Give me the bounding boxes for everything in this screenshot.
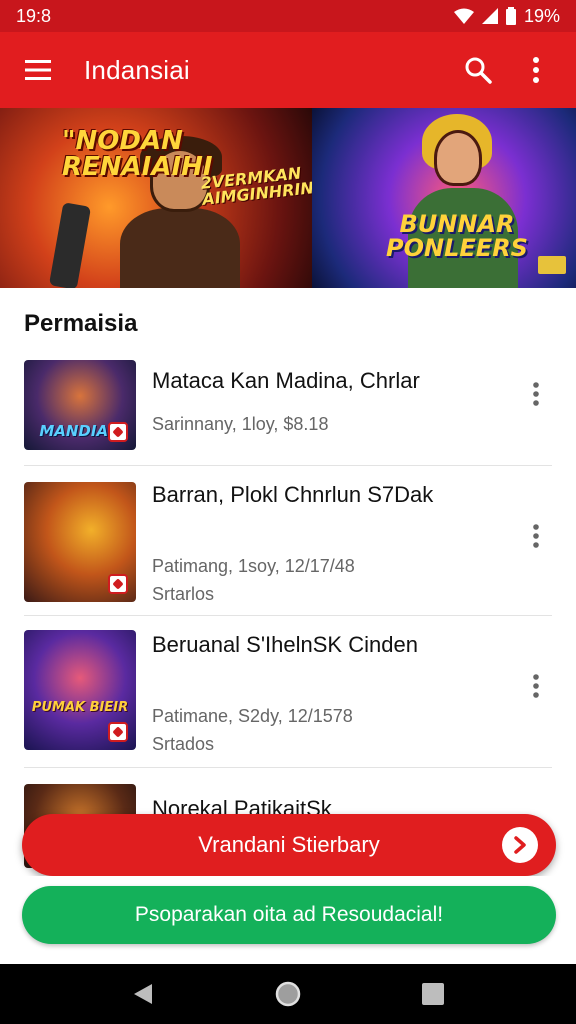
primary-action-label: Vrandani Stierbary <box>198 832 380 857</box>
system-nav-bar <box>0 964 576 1024</box>
banner-hero-head <box>434 130 482 186</box>
signal-icon <box>481 8 498 24</box>
secondary-action-button[interactable]: Psoparakan oita ad Resoudacial! <box>22 886 556 944</box>
home-circle-icon <box>275 981 301 1007</box>
recents-square-icon <box>422 983 445 1005</box>
section-title: Permaisia <box>24 310 138 337</box>
list-item-title: Beruanal S'IhelnSK Cinden <box>152 632 418 657</box>
subscribe-badge-icon <box>108 722 128 742</box>
battery-percent: 19% <box>523 5 560 26</box>
arrow-right-icon <box>502 827 538 863</box>
list-item-status: Srtados <box>152 734 215 754</box>
list-item-meta: Patimang, 1soy, 12/17/48 <box>152 556 355 576</box>
nav-back-button[interactable] <box>119 970 167 1018</box>
list-item[interactable]: PUMAK BIEIR Beruanal S'IhelnSK Cinden Pa… <box>24 616 552 768</box>
more-vert-icon <box>533 524 539 548</box>
subscribe-badge-icon <box>108 422 128 442</box>
banner-left-art: "NODAN RENAIAIHI 2Vermkan AIMGINHRIN! <box>0 108 322 288</box>
primary-action-button[interactable]: Vrandani Stierbary <box>22 814 556 876</box>
more-vert-icon <box>533 674 539 698</box>
list-item-title: Mataca Kan Madina, Chrlar <box>152 368 420 393</box>
list-item-status: Srtarlos <box>152 584 215 604</box>
video-list: MANDIAN Mataca Kan Madina, Chrlar Sarinn… <box>24 356 552 868</box>
status-icons: 19% <box>453 5 560 27</box>
list-item[interactable]: Barran, Plokl Chnrlun S7Dak Patimang, 1s… <box>24 466 552 616</box>
nav-home-button[interactable] <box>264 970 312 1018</box>
overflow-menu-button[interactable] <box>514 48 558 92</box>
list-item-meta: Patimane, S2dy, 12/1578 <box>152 706 353 726</box>
banner-right-title: BUNNAR PONLEERS <box>386 210 528 262</box>
list-item-meta: Sarinnany, 1loy, $8.18 <box>152 414 329 434</box>
banner-badge <box>538 256 566 274</box>
thumbnail: MANDIAN <box>24 360 136 450</box>
nav-recents-button[interactable] <box>409 970 457 1018</box>
thumbnail: PUMAK BIEIR <box>24 630 136 750</box>
item-more-button[interactable] <box>520 374 552 414</box>
more-vert-icon <box>533 382 539 406</box>
banner-character-body <box>120 208 240 288</box>
search-button[interactable] <box>456 48 500 92</box>
thumbnail-label: PUMAK BIEIR <box>31 700 129 715</box>
item-more-button[interactable] <box>520 516 552 556</box>
status-time: 19:8 <box>16 5 52 26</box>
promo-banner[interactable]: "NODAN RENAIAIHI 2Vermkan AIMGINHRIN! BU… <box>0 108 576 288</box>
banner-weapon-art <box>48 202 92 288</box>
subscribe-badge-icon <box>108 574 128 594</box>
thumbnail <box>24 482 136 602</box>
app-title: Indansiai <box>84 54 190 85</box>
list-item-title: Barran, Plokl Chnrlun S7Dak <box>152 482 434 507</box>
more-vert-icon <box>533 57 539 83</box>
search-icon <box>465 57 492 84</box>
banner-right-art: BUNNAR PONLEERS <box>312 108 576 288</box>
back-triangle-icon <box>133 984 152 1004</box>
app-bar: Indansiai <box>0 32 576 108</box>
wifi-icon <box>453 8 474 24</box>
list-item[interactable]: MANDIAN Mataca Kan Madina, Chrlar Sarinn… <box>24 356 552 466</box>
battery-icon <box>505 7 516 25</box>
hamburger-icon <box>25 60 51 80</box>
item-more-button[interactable] <box>520 666 552 706</box>
status-bar: 19:8 19% <box>0 0 576 32</box>
menu-button[interactable] <box>18 50 58 90</box>
